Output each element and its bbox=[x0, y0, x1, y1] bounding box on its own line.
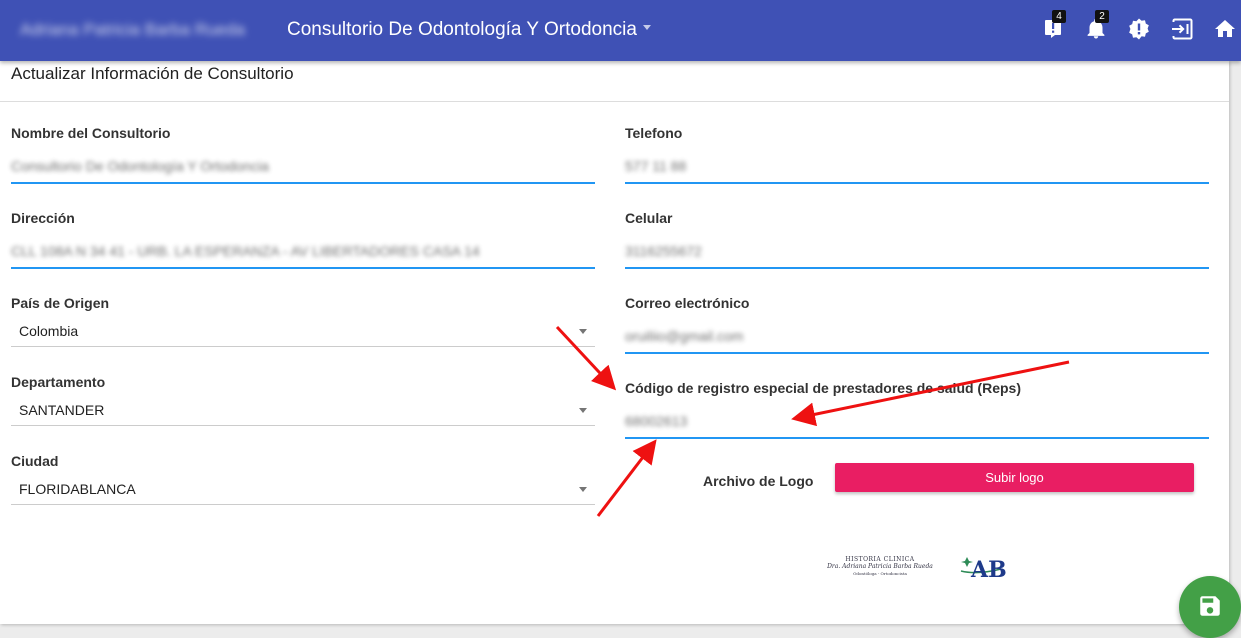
caret-down-icon bbox=[642, 25, 651, 31]
celular-input[interactable]: 3116255672 bbox=[625, 235, 1209, 269]
departamento-value: SANTANDER bbox=[19, 402, 105, 418]
departamento-label: Departamento bbox=[11, 374, 106, 390]
caret-down-icon bbox=[579, 408, 587, 413]
user-name[interactable]: Adriana Patricia Barba Rueda bbox=[20, 20, 265, 40]
nombre-label: Nombre del Consultorio bbox=[11, 125, 171, 141]
notifications-button[interactable]: 2 bbox=[1081, 10, 1111, 44]
telefono-input[interactable]: 577 11 88 bbox=[625, 150, 1209, 184]
reps-value: 68002613 bbox=[625, 413, 688, 429]
reps-label: Código de registro especial de prestador… bbox=[625, 380, 1021, 396]
alerts-button[interactable] bbox=[1124, 14, 1154, 44]
logo-line-3: Odontóloga - Ortodoncista bbox=[853, 571, 907, 576]
office-title: Consultorio De Odontología Y Ortodoncia bbox=[287, 19, 637, 40]
save-icon bbox=[1200, 596, 1220, 616]
logout-button[interactable] bbox=[1167, 14, 1197, 44]
direccion-input[interactable]: CLL 108A N 34 41 - URB. LA ESPERANZA - A… bbox=[11, 235, 595, 269]
title-divider bbox=[0, 101, 1229, 102]
pais-value: Colombia bbox=[19, 323, 79, 339]
save-button[interactable] bbox=[1179, 576, 1241, 638]
direccion-value: CLL 108A N 34 41 - URB. LA ESPERANZA - A… bbox=[11, 243, 480, 259]
reps-input[interactable]: 68002613 bbox=[625, 405, 1209, 439]
pais-select[interactable]: Colombia bbox=[11, 316, 595, 347]
telefono-value: 577 11 88 bbox=[625, 158, 687, 174]
tasks-badge: 4 bbox=[1052, 10, 1066, 23]
correo-value: oruiliio@gmail.com bbox=[625, 328, 744, 344]
logo-preview-text: HISTORIA CLINICA Dra. Adriana Patricia B… bbox=[826, 556, 934, 577]
correo-label: Correo electrónico bbox=[625, 295, 750, 311]
nombre-value: Consultorio De Odontología Y Ortodoncia bbox=[11, 158, 269, 174]
logout-icon bbox=[1172, 18, 1193, 40]
ciudad-select[interactable]: FLORIDABLANCA bbox=[11, 474, 595, 505]
departamento-select[interactable]: SANTANDER bbox=[11, 395, 595, 426]
ciudad-label: Ciudad bbox=[11, 453, 59, 469]
logo-mark-icon: AB bbox=[960, 557, 1007, 583]
telefono-label: Telefono bbox=[625, 125, 683, 141]
logo-mark-text: AB bbox=[970, 557, 1007, 583]
caret-down-icon bbox=[579, 329, 587, 334]
home-button[interactable] bbox=[1210, 14, 1240, 44]
pais-label: País de Origen bbox=[11, 295, 110, 311]
tasks-button[interactable]: 4 bbox=[1038, 10, 1068, 44]
logo-label: Archivo de Logo bbox=[703, 473, 814, 489]
caret-down-icon bbox=[579, 487, 587, 492]
correo-input[interactable]: oruiliio@gmail.com bbox=[625, 320, 1209, 354]
upload-logo-button[interactable]: Subir logo bbox=[835, 463, 1194, 492]
logo-line-2: Dra. Adriana Patricia Barba Rueda bbox=[827, 563, 933, 570]
celular-value: 3116255672 bbox=[625, 243, 702, 259]
top-app-bar: Adriana Patricia Barba Rueda Consultorio… bbox=[0, 0, 1241, 61]
office-selector[interactable]: Consultorio De Odontología Y Ortodoncia bbox=[287, 18, 651, 42]
notifications-badge: 2 bbox=[1095, 10, 1109, 23]
home-icon bbox=[1215, 20, 1235, 37]
direccion-label: Dirección bbox=[11, 210, 75, 226]
nombre-input[interactable]: Consultorio De Odontología Y Ortodoncia bbox=[11, 150, 595, 184]
logo-line-1: HISTORIA CLINICA bbox=[845, 556, 915, 563]
celular-label: Celular bbox=[625, 210, 673, 226]
alert-icon bbox=[1129, 18, 1149, 40]
page-title: Actualizar Información de Consultorio bbox=[11, 64, 294, 83]
ciudad-value: FLORIDABLANCA bbox=[19, 481, 136, 497]
update-office-card: Actualizar Información de Consultorio No… bbox=[0, 61, 1229, 624]
